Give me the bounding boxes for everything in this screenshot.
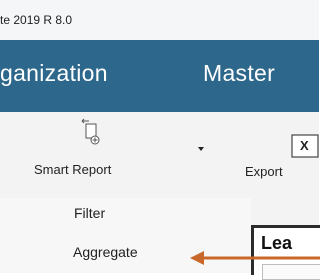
export-button[interactable]: Export <box>245 164 283 179</box>
panel-input-box[interactable] <box>262 264 320 280</box>
title-bar: te 2019 R 8.0 <box>0 0 319 41</box>
submenu-item-aggregate[interactable]: Aggregate <box>73 244 138 260</box>
submenu-item-filter[interactable]: Filter <box>74 205 105 221</box>
excel-export-icon-letter: X <box>300 138 309 153</box>
menu-item-organization[interactable]: ganization <box>0 60 108 87</box>
smart-report-button[interactable]: Smart Report <box>34 162 111 177</box>
main-menu-bar: ganization Master <box>0 40 319 112</box>
smart-report-dropdown-icon[interactable] <box>198 147 204 151</box>
excel-export-icon[interactable]: X <box>291 134 319 158</box>
annotation-arrow <box>190 251 320 265</box>
menu-item-master[interactable]: Master <box>203 60 275 87</box>
smart-report-icon[interactable] <box>78 118 102 146</box>
window-title: te 2019 R 8.0 <box>0 13 73 27</box>
